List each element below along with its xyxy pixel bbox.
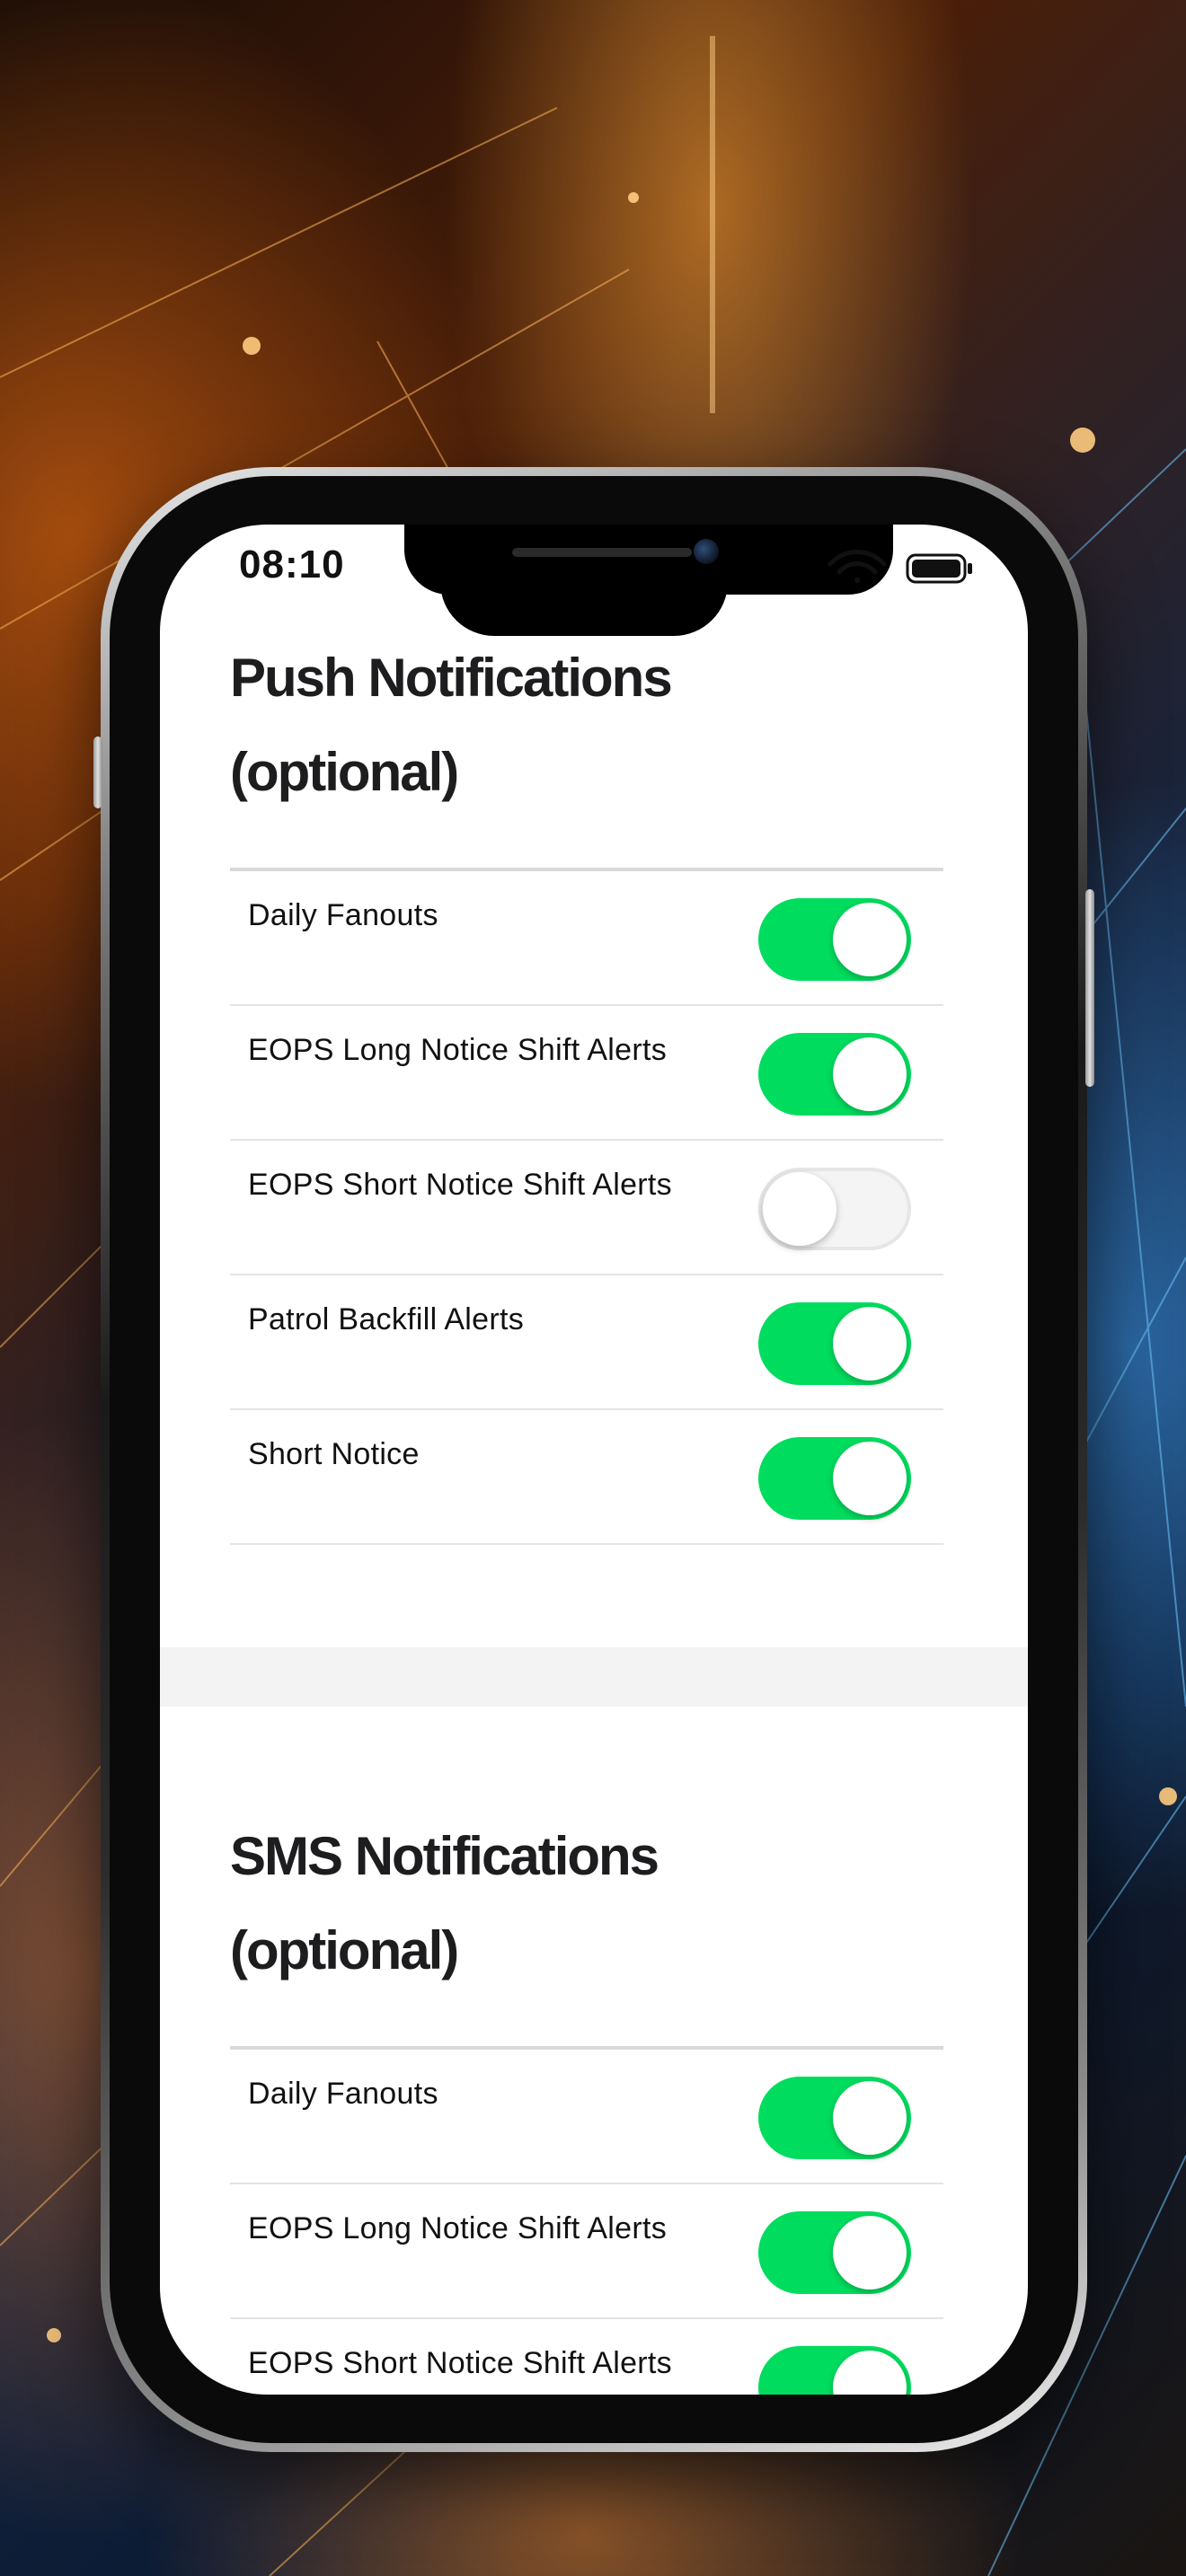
push-item-eops-long-notice: EOPS Long Notice Shift Alerts [230,1006,943,1141]
push-item-label: Patrol Backfill Alerts [248,1302,525,1337]
push-item-label: EOPS Short Notice Shift Alerts [248,1168,672,1202]
sms-item-eops-short-notice: EOPS Short Notice Shift Alerts [230,2319,943,2395]
phone-frame: Push Notifications (optional) Daily Fano… [93,467,1094,2452]
toggle-knob [833,2081,907,2155]
front-camera [694,539,719,564]
push-item-eops-short-notice: EOPS Short Notice Shift Alerts [230,1141,943,1275]
push-item-label: Short Notice [248,1437,420,1471]
push-item-label: Daily Fanouts [248,898,438,932]
sms-eops-long-notice-toggle[interactable] [758,2211,911,2294]
push-item-patrol-backfill: Patrol Backfill Alerts [230,1275,943,1410]
push-short-notice-toggle[interactable] [758,1437,911,1520]
toggle-knob [833,2216,907,2289]
status-time: 08:10 [239,543,345,587]
toggle-knob [833,2351,907,2395]
notch-lower [440,560,728,636]
toggle-knob [763,1172,836,1246]
toggle-knob [833,1037,907,1111]
push-item-label: EOPS Long Notice Shift Alerts [248,1033,668,1067]
sms-item-eops-long-notice: EOPS Long Notice Shift Alerts [230,2184,943,2319]
sms-section-title: SMS Notifications (optional) [230,1809,913,1998]
toggle-knob [833,1442,907,1515]
sms-item-daily-fanouts: Daily Fanouts [230,2050,943,2184]
sms-item-label: Daily Fanouts [248,2077,438,2111]
push-item-short-notice: Short Notice [230,1410,943,1545]
battery-icon [906,553,972,584]
wifi-icon [828,550,887,583]
push-section-title: Push Notifications (optional) [230,631,913,819]
push-title-line1: Push Notifications [230,648,673,708]
toggle-knob [833,903,907,976]
earpiece-speaker [512,548,692,557]
screen: Push Notifications (optional) Daily Fano… [160,525,1028,2395]
push-daily-fanouts-toggle[interactable] [758,898,911,981]
sms-item-label: EOPS Long Notice Shift Alerts [248,2211,668,2245]
sms-title-line1: SMS Notifications [230,1826,659,1886]
sms-title-line2: (optional) [230,1920,459,1981]
section-divider [160,1647,1028,1707]
sms-eops-short-notice-toggle[interactable] [758,2346,911,2395]
push-title-line2: (optional) [230,742,459,802]
side-button-right [1085,889,1094,1087]
push-eops-long-notice-toggle[interactable] [758,1033,911,1116]
status-icons [828,550,972,584]
sms-item-label: EOPS Short Notice Shift Alerts [248,2346,672,2380]
push-patrol-backfill-toggle[interactable] [758,1302,911,1385]
toggle-knob [833,1307,907,1381]
side-button-left [93,737,102,808]
push-eops-short-notice-toggle[interactable] [758,1168,911,1250]
push-item-daily-fanouts: Daily Fanouts [230,871,943,1006]
sms-daily-fanouts-toggle[interactable] [758,2077,911,2159]
